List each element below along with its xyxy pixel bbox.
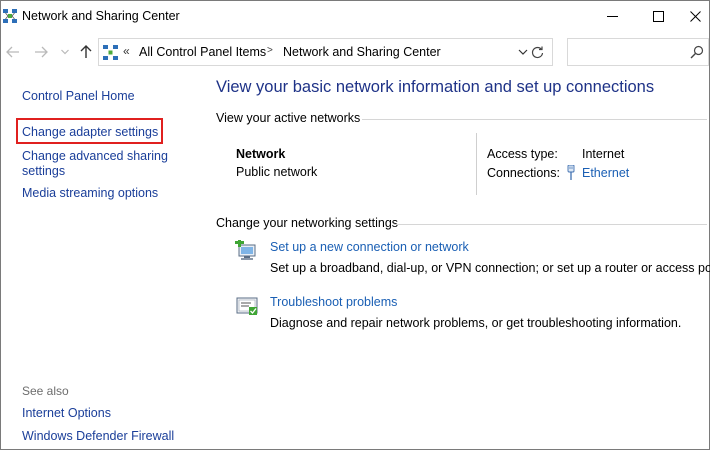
network-sharing-center-window: Network and Sharing Center « All Control… [0,0,710,450]
minimize-icon [606,16,618,17]
left-navigation-pane: Control Panel Home Change adapter settin… [1,69,201,449]
maximize-icon [652,11,664,22]
section-divider [394,224,707,225]
breadcrumb-overflow[interactable]: « [123,44,130,58]
see-also-heading: See also [22,384,69,398]
setup-new-connection-description: Set up a broadband, dial-up, or VPN conn… [270,261,710,275]
access-type-label: Access type: [487,147,558,161]
close-button[interactable] [681,1,709,32]
refresh-button[interactable] [523,38,553,66]
ethernet-connection-link[interactable]: Ethernet [582,166,629,180]
breadcrumb-all-control-panel-items[interactable]: All Control Panel Items [139,45,266,59]
breadcrumb-network-sharing-center[interactable]: Network and Sharing Center [283,45,441,59]
close-icon [689,11,701,22]
access-type-value: Internet [582,147,625,161]
forward-button[interactable] [31,41,51,63]
title-bar: Network and Sharing Center [1,1,709,32]
control-panel-icon [103,45,118,60]
advanced-link-line1: Change advanced sharing [22,149,168,163]
media-streaming-options-link[interactable]: Media streaming options [22,186,158,201]
section-divider [362,119,707,120]
troubleshoot-problems-description: Diagnose and repair network problems, or… [270,316,682,330]
network-category: Public network [236,165,318,179]
page-title: View your basic network information and … [216,78,655,96]
ethernet-icon [567,165,575,180]
minimize-button[interactable] [589,1,635,32]
windows-defender-firewall-link[interactable]: Windows Defender Firewall [22,429,174,444]
troubleshoot-icon [236,297,258,315]
main-content: View your basic network information and … [201,69,710,449]
navigation-bar: « All Control Panel Items > Network and … [1,37,709,67]
troubleshoot-problems-link[interactable]: Troubleshoot problems [270,295,397,309]
refresh-icon [531,46,544,58]
arrow-right-icon [35,46,48,58]
window-title: Network and Sharing Center [22,9,180,23]
connections-label: Connections: [487,166,560,180]
chevron-down-icon [61,49,69,55]
chevron-right-icon[interactable]: > [267,45,273,56]
maximize-button[interactable] [635,1,681,32]
arrow-up-icon [80,45,92,58]
network-divider [476,133,477,195]
change-adapter-settings-link[interactable]: Change adapter settings [22,125,158,140]
internet-options-link[interactable]: Internet Options [22,406,111,421]
network-app-icon [3,9,17,23]
active-networks-heading: View your active networks [216,111,361,125]
search-input[interactable] [567,38,709,66]
control-panel-home-link[interactable]: Control Panel Home [22,89,135,104]
up-button[interactable] [77,41,95,63]
setup-new-connection-link[interactable]: Set up a new connection or network [270,240,469,254]
search-icon [690,45,704,59]
change-settings-heading: Change your networking settings [216,216,399,230]
arrow-left-icon [6,46,19,58]
advanced-link-line2: settings [22,164,66,178]
address-bar[interactable]: « All Control Panel Items > Network and … [98,38,553,66]
back-button[interactable] [4,41,22,63]
recent-locations-button[interactable] [59,41,71,63]
change-advanced-sharing-settings-link[interactable]: Change advanced sharing settings [22,149,168,179]
network-name: Network [236,147,286,161]
new-connection-icon [235,240,256,260]
